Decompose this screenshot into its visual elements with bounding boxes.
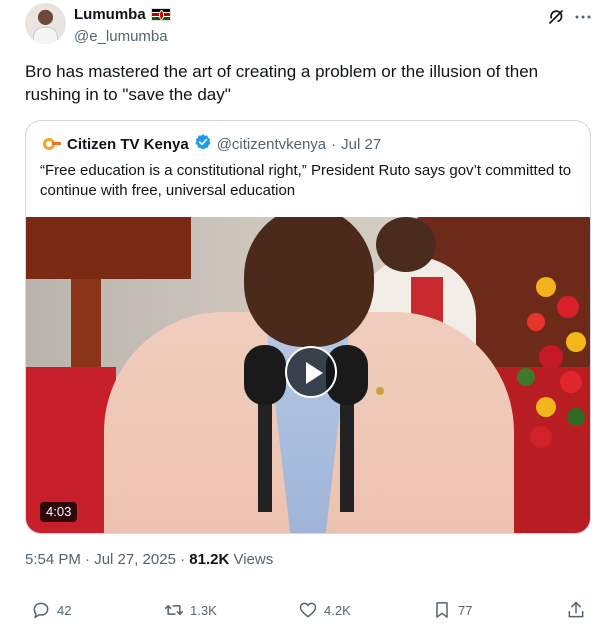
citizen-tv-logo-icon <box>40 134 62 154</box>
grok-icon[interactable] <box>547 8 565 26</box>
author-handle[interactable]: @e_lumumba <box>74 28 168 45</box>
verified-badge-icon <box>194 133 212 155</box>
tweet-text: Bro has mastered the art of creating a p… <box>25 62 539 104</box>
reply-icon <box>33 602 49 619</box>
like-button[interactable]: 4.2K <box>298 600 351 620</box>
quoted-tweet[interactable]: Citizen TV Kenya @citizentvkenya · Jul 2… <box>25 120 591 534</box>
timestamp[interactable]: 5:54 PM · Jul 27, 2025 <box>25 551 176 568</box>
quoted-tweet-header: Citizen TV Kenya @citizentvkenya · Jul 2… <box>40 133 381 155</box>
more-icon[interactable] <box>574 10 592 24</box>
tweet-meta: 5:54 PM · Jul 27, 2025 · 81.2K Views <box>25 551 273 568</box>
microphone <box>244 345 286 405</box>
quoted-author-handle[interactable]: @citizentvkenya <box>217 136 326 153</box>
share-icon <box>568 601 584 618</box>
bookmark-icon <box>436 602 448 618</box>
flowers <box>517 277 586 448</box>
separator-dot: · <box>331 135 337 153</box>
reply-count: 42 <box>57 602 72 618</box>
avatar[interactable] <box>25 3 66 44</box>
heart-icon <box>299 602 317 618</box>
action-bar: 42 1.3K 4.2K 77 <box>25 600 591 624</box>
repost-button[interactable]: 1.3K <box>164 600 217 620</box>
separator-dot: · <box>180 551 186 568</box>
author-name[interactable]: Lumumba <box>74 6 146 23</box>
bookmark-count: 77 <box>458 602 473 618</box>
lapel-pin <box>376 387 384 395</box>
repost-icon <box>164 605 184 615</box>
reply-button[interactable]: 42 <box>31 600 71 620</box>
quoted-date[interactable]: Jul 27 <box>341 136 381 153</box>
tweet: Lumumba @e_lumumba Bro has mastered the … <box>0 0 613 635</box>
quoted-tweet-text: “Free education is a constitutional righ… <box>40 162 572 199</box>
like-count: 4.2K <box>324 602 351 618</box>
share-button[interactable] <box>566 600 586 620</box>
kenya-flag-icon <box>150 8 171 21</box>
repost-count: 1.3K <box>190 602 217 618</box>
video-player[interactable]: 4:03 <box>26 217 590 533</box>
play-icon[interactable] <box>285 346 337 398</box>
quoted-author-name[interactable]: Citizen TV Kenya <box>67 136 189 153</box>
views-count: 81.2K <box>189 551 230 568</box>
author-name-row[interactable]: Lumumba <box>74 6 171 23</box>
bookmark-button[interactable]: 77 <box>432 600 472 620</box>
views-label: Views <box>233 551 274 568</box>
video-duration: 4:03 <box>40 502 78 522</box>
